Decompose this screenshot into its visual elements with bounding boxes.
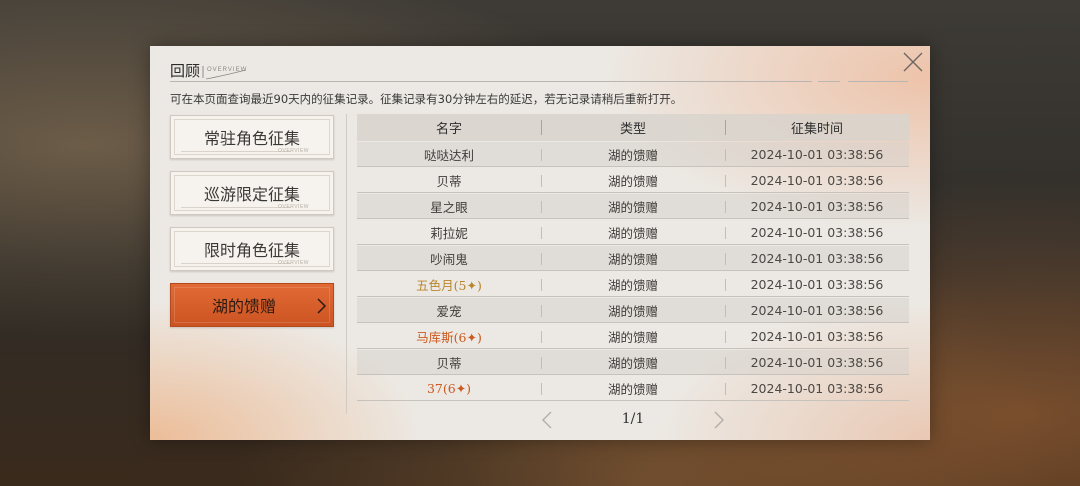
cell-separator — [541, 305, 542, 317]
dialog-subtitle: OVERVIEW — [207, 67, 248, 73]
table-row: 37(6✦) 湖的馈赠 2024-10-01 03:38:56 — [357, 376, 909, 401]
cell-type: 湖的馈赠 — [607, 381, 658, 397]
prev-page-button[interactable] — [541, 410, 553, 434]
button-ornament — [181, 207, 291, 208]
category-label: 巡游限定征集 — [203, 185, 300, 204]
button-ornament — [181, 151, 291, 152]
notice-text: 可在本页面查询最近90天内的征集记录。征集记录有30分钟左右的延迟，若无记录请稍… — [170, 92, 683, 106]
category-standard-button[interactable]: 常驻角色征集 OVERVIEW — [170, 115, 334, 159]
cell-time: 2024-10-01 03:38:56 — [750, 380, 884, 396]
cell-separator — [541, 175, 542, 187]
cell-time: 2024-10-01 03:38:56 — [750, 276, 884, 292]
cell-time: 2024-10-01 03:38:56 — [750, 146, 884, 162]
cell-type: 湖的馈赠 — [607, 147, 658, 163]
button-ornament — [181, 263, 291, 264]
cell-name: 贝蒂 — [436, 355, 462, 371]
cell-time: 2024-10-01 03:38:56 — [750, 328, 884, 344]
header-separator — [725, 120, 726, 135]
cell-name-five-star: 五色月(5✦) — [416, 277, 482, 293]
cell-name: 吵闹鬼 — [430, 251, 468, 267]
cell-time: 2024-10-01 03:38:56 — [750, 250, 884, 266]
cell-type: 湖的馈赠 — [607, 303, 658, 319]
table-header: 名字 类型 征集时间 — [357, 114, 909, 141]
table-row: 马库斯(6✦) 湖的馈赠 2024-10-01 03:38:56 — [357, 324, 909, 349]
cell-type: 湖的馈赠 — [607, 199, 658, 215]
pagination: 1/1 — [357, 406, 909, 434]
title-divider — [818, 81, 840, 82]
cell-type: 湖的馈赠 — [607, 225, 658, 241]
cell-separator — [541, 279, 542, 291]
next-page-button[interactable] — [713, 410, 725, 434]
history-dialog: 回顾 OVERVIEW 可在本页面查询最近90天内的征集记录。征集记录有30分钟… — [150, 46, 930, 440]
page-indicator: 1/1 — [621, 411, 645, 427]
cell-separator — [725, 279, 726, 291]
chevron-right-icon — [317, 298, 327, 314]
cell-separator — [725, 305, 726, 317]
cell-time: 2024-10-01 03:38:56 — [750, 172, 884, 188]
cell-name: 哒哒达利 — [423, 147, 474, 163]
category-tag: OVERVIEW — [278, 260, 309, 266]
category-tag: OVERVIEW — [278, 148, 309, 154]
category-label: 限时角色征集 — [203, 241, 300, 260]
cell-name: 莉拉妮 — [430, 225, 468, 241]
chevron-right-icon — [714, 411, 724, 429]
cell-separator — [541, 201, 542, 213]
category-tag: OVERVIEW — [278, 204, 309, 210]
records-table: 名字 类型 征集时间 哒哒达利 湖的馈赠 2024-10-01 03:38:56… — [357, 114, 909, 401]
table-row: 贝蒂 湖的馈赠 2024-10-01 03:38:56 — [357, 350, 909, 375]
close-icon — [903, 52, 923, 72]
cell-time: 2024-10-01 03:38:56 — [750, 302, 884, 318]
cell-separator — [725, 253, 726, 265]
category-label: 湖的馈赠 — [211, 297, 276, 316]
cell-separator — [725, 227, 726, 239]
cell-name-six-star: 马库斯(6✦) — [416, 329, 482, 345]
table-row: 吵闹鬼 湖的馈赠 2024-10-01 03:38:56 — [357, 246, 909, 271]
category-lake-gift-button[interactable]: 湖的馈赠 — [170, 283, 334, 327]
cell-separator — [725, 149, 726, 161]
header-separator — [541, 120, 542, 135]
cell-name: 贝蒂 — [436, 173, 462, 189]
table-row: 哒哒达利 湖的馈赠 2024-10-01 03:38:56 — [357, 142, 909, 167]
category-tour-limited-button[interactable]: 巡游限定征集 OVERVIEW — [170, 171, 334, 215]
table-row: 贝蒂 湖的馈赠 2024-10-01 03:38:56 — [357, 168, 909, 193]
vertical-divider — [346, 114, 347, 414]
table-row: 莉拉妮 湖的馈赠 2024-10-01 03:38:56 — [357, 220, 909, 245]
column-header-name: 名字 — [435, 122, 462, 137]
cell-separator — [725, 383, 726, 395]
cell-type: 湖的馈赠 — [607, 173, 658, 189]
title-divider — [848, 81, 908, 82]
cell-separator — [541, 253, 542, 265]
cell-separator — [541, 227, 542, 239]
cell-separator — [725, 357, 726, 369]
cell-type: 湖的馈赠 — [607, 277, 658, 293]
cell-separator — [725, 201, 726, 213]
cell-name: 爱宠 — [436, 303, 462, 319]
cell-separator — [725, 175, 726, 187]
category-limited-time-button[interactable]: 限时角色征集 OVERVIEW — [170, 227, 334, 271]
chevron-left-icon — [542, 411, 552, 429]
title-divider — [170, 81, 812, 82]
cell-type: 湖的馈赠 — [607, 329, 658, 345]
cell-separator — [541, 383, 542, 395]
column-header-type: 类型 — [619, 122, 646, 137]
cell-name-six-star: 37(6✦) — [426, 380, 472, 396]
category-label: 常驻角色征集 — [203, 129, 300, 148]
cell-time: 2024-10-01 03:38:56 — [750, 198, 884, 214]
column-header-time: 征集时间 — [790, 122, 843, 137]
cell-type: 湖的馈赠 — [607, 355, 658, 371]
cell-name: 星之眼 — [430, 199, 468, 215]
cell-type: 湖的馈赠 — [607, 251, 658, 267]
cell-time: 2024-10-01 03:38:56 — [750, 224, 884, 240]
cell-separator — [541, 331, 542, 343]
close-button[interactable] — [901, 50, 925, 74]
table-row: 爱宠 湖的馈赠 2024-10-01 03:38:56 — [357, 298, 909, 323]
dialog-title: 回顾 — [170, 62, 201, 80]
cell-separator — [541, 357, 542, 369]
table-row: 星之眼 湖的馈赠 2024-10-01 03:38:56 — [357, 194, 909, 219]
cell-time: 2024-10-01 03:38:56 — [750, 354, 884, 370]
table-row: 五色月(5✦) 湖的馈赠 2024-10-01 03:38:56 — [357, 272, 909, 297]
cell-separator — [725, 331, 726, 343]
cell-separator — [541, 149, 542, 161]
